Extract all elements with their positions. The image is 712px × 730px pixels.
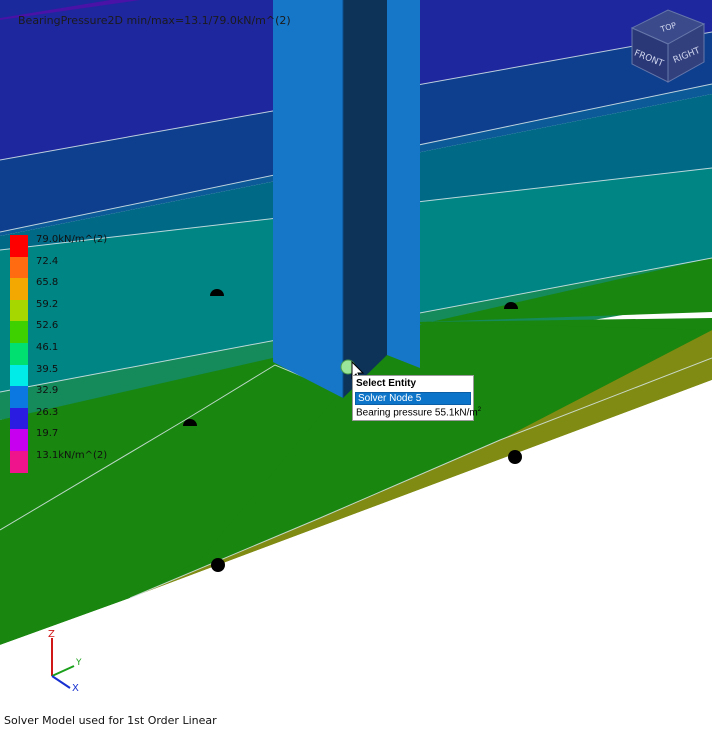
- legend-swatch: [10, 407, 28, 430]
- legend-label: 39.5: [36, 363, 59, 375]
- popup-selected-entity[interactable]: Solver Node 5: [355, 392, 471, 405]
- result-title: BearingPressure2D min/max=13.1/79.0kN/m^…: [18, 14, 291, 27]
- status-bar-text: Solver Model used for 1st Order Linear: [4, 714, 217, 727]
- popup-value-exponent: 2: [477, 407, 482, 413]
- column-flange-front: [273, 0, 343, 398]
- axis-triad: Z Y X: [48, 629, 82, 694]
- popup-value-text: Bearing pressure 55.1kN/m: [356, 407, 478, 419]
- column-web: [343, 0, 387, 398]
- x-axis-label: X: [72, 683, 79, 694]
- popup-value: Bearing pressure 55.1kN/m2: [356, 407, 481, 418]
- z-axis-label: Z: [48, 629, 55, 640]
- select-entity-popup[interactable]: Select Entity Solver Node 5 Bearing pres…: [352, 375, 481, 421]
- popup-title: Select Entity: [356, 378, 417, 389]
- legend-label: 79.0kN/m^(2): [36, 234, 108, 245]
- legend-swatch: [10, 299, 28, 322]
- legend-swatch: [10, 451, 28, 473]
- legend-label: 19.7: [36, 428, 59, 440]
- legend-label: 59.2: [36, 298, 59, 310]
- y-axis-label: Y: [75, 658, 82, 668]
- view-cube-icon[interactable]: TOP FRONT RIGHT: [628, 6, 708, 86]
- node-marker[interactable]: [211, 558, 225, 572]
- legend-label: 26.3: [36, 406, 59, 418]
- legend-label: 72.4: [36, 255, 59, 267]
- legend-label: 46.1: [36, 342, 59, 353]
- x-axis-line: [51, 675, 71, 689]
- column-flange-back: [387, 0, 420, 368]
- legend-swatch: [10, 321, 28, 343]
- legend-label: 65.8: [36, 277, 59, 289]
- legend-swatch: [10, 343, 28, 365]
- legend-swatch: [10, 235, 28, 257]
- y-axis-line: [51, 665, 75, 677]
- legend-swatch: [10, 364, 28, 387]
- legend-swatch: [10, 429, 28, 451]
- node-marker[interactable]: [508, 450, 522, 464]
- application-stage: BearingPressure2D min/max=13.1/79.0kN/m^…: [0, 0, 712, 730]
- legend-label: 52.6: [36, 320, 59, 332]
- color-legend: 79.0kN/m^(2) 72.4 65.8 59.2 52.6 46.1 39.5 32.9…: [10, 234, 120, 495]
- legend-swatch: [10, 278, 28, 300]
- legend-swatch: [10, 386, 28, 408]
- legend-label: 13.1kN/m^(2): [36, 450, 108, 461]
- legend-label: 32.9: [36, 385, 59, 397]
- legend-swatch: [10, 256, 28, 279]
